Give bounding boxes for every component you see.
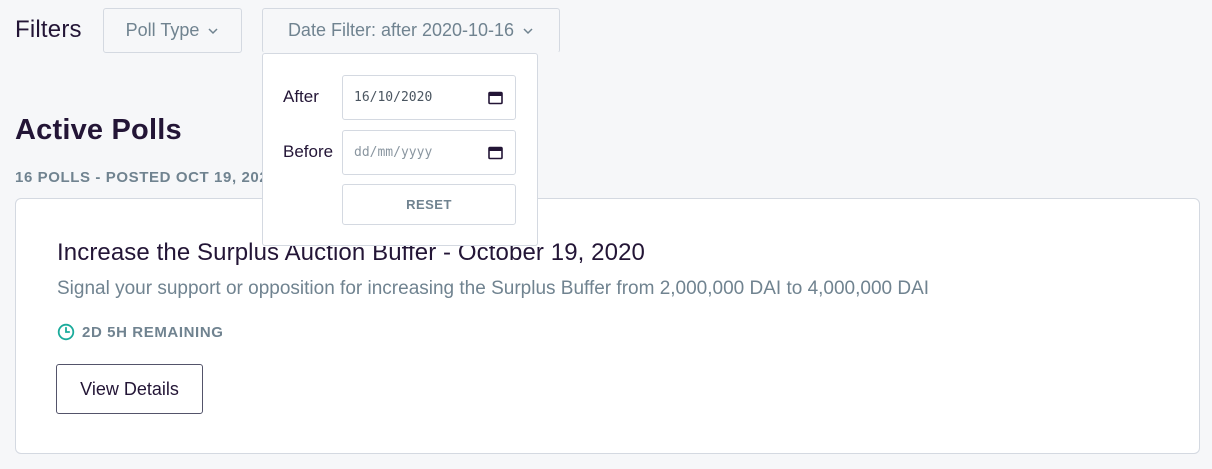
calendar-icon[interactable] bbox=[488, 145, 503, 160]
before-label: Before bbox=[283, 142, 334, 161]
chevron-down-icon bbox=[208, 27, 218, 34]
reset-button[interactable]: RESET bbox=[342, 184, 516, 225]
before-date-placeholder: dd/mm/yyyy bbox=[354, 145, 433, 160]
date-filter-popover: After 16/10/2020 Before dd/mm/yyyy RESET bbox=[262, 53, 538, 246]
clock-icon bbox=[57, 323, 75, 341]
after-date-input[interactable]: 16/10/2020 bbox=[342, 75, 516, 120]
after-date-value: 16/10/2020 bbox=[354, 90, 433, 105]
view-details-button[interactable]: View Details bbox=[56, 364, 203, 414]
active-polls-title: Active Polls bbox=[15, 114, 182, 146]
poll-type-filter-label: Poll Type bbox=[125, 20, 200, 40]
date-filter-button[interactable]: Date Filter: after 2020-10-16 bbox=[262, 8, 560, 53]
poll-type-filter-button[interactable]: Poll Type bbox=[103, 8, 242, 53]
page: Filters Poll Type Date Filter: after 202… bbox=[0, 0, 1212, 469]
before-date-input[interactable]: dd/mm/yyyy bbox=[342, 130, 516, 175]
time-remaining: 2D 5H REMAINING bbox=[57, 323, 224, 341]
poll-card: Increase the Surplus Auction Buffer - Oc… bbox=[15, 198, 1200, 454]
chevron-down-icon bbox=[523, 27, 533, 34]
poll-description: Signal your support or opposition for in… bbox=[57, 278, 930, 299]
time-remaining-label: 2D 5H REMAINING bbox=[82, 323, 224, 341]
date-filter-label: Date Filter: after 2020-10-16 bbox=[287, 20, 515, 40]
filters-label: Filters bbox=[15, 16, 82, 43]
polls-meta: 16 POLLS - POSTED OCT 19, 2020 bbox=[15, 169, 267, 186]
after-label: After bbox=[283, 87, 319, 106]
calendar-icon[interactable] bbox=[488, 90, 503, 105]
